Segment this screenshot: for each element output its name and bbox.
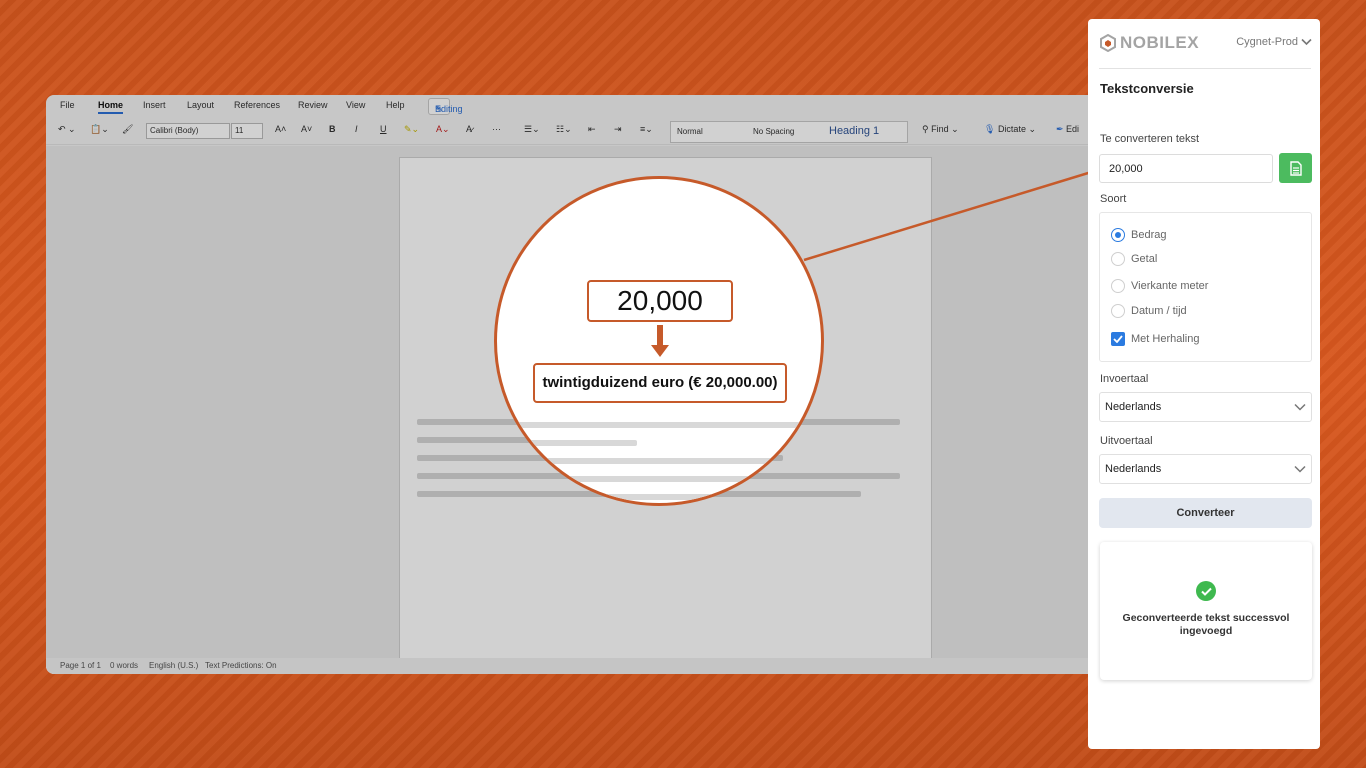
output-language-value: Nederlands — [1105, 463, 1162, 475]
nobilex-panel: NOBILEX Cygnet-Prod Tekstconversie Te co… — [1088, 19, 1320, 749]
success-check-icon — [1196, 581, 1216, 601]
option-label: Bedrag — [1131, 229, 1167, 241]
repeat-checkbox[interactable] — [1111, 332, 1125, 346]
repeat-checkbox-row[interactable]: Met Herhaling — [1111, 332, 1199, 346]
checkmark-icon — [1113, 335, 1123, 343]
radio[interactable] — [1111, 252, 1125, 266]
option-getal[interactable]: Getal — [1111, 252, 1157, 266]
callout-input-text: 20,000 — [587, 280, 733, 322]
divider — [1099, 68, 1311, 69]
convert-text-input[interactable] — [1099, 154, 1273, 183]
zoom-callout: 20,000 twintigduizend euro (€ 20,000.00) — [494, 176, 824, 506]
radio-selected[interactable] — [1111, 228, 1125, 242]
logo-text: NOBILEX — [1120, 33, 1200, 52]
callout-output-text: twintigduizend euro (€ 20,000.00) — [533, 363, 787, 403]
type-options: Bedrag Getal Vierkante meter Datum / tij… — [1099, 212, 1312, 362]
chevron-down-icon — [1294, 465, 1306, 473]
repeat-label: Met Herhaling — [1131, 333, 1200, 345]
arrow-down-icon — [651, 325, 669, 357]
type-label: Soort — [1100, 193, 1127, 205]
insert-document-button[interactable] — [1279, 153, 1312, 183]
text-line — [497, 440, 637, 446]
output-language-label: Uitvoertaal — [1100, 435, 1153, 447]
nobilex-logo-icon — [1100, 34, 1116, 52]
document-icon — [1289, 160, 1302, 176]
text-line — [497, 476, 821, 482]
radio[interactable] — [1111, 279, 1125, 293]
environment-select[interactable]: Cygnet-Prod — [1236, 36, 1312, 48]
nobilex-logo: NOBILEX — [1099, 33, 1199, 53]
chevron-down-icon — [1301, 38, 1312, 46]
radio[interactable] — [1111, 304, 1125, 318]
convert-button[interactable]: Converteer — [1099, 498, 1312, 528]
input-language-label: Invoertaal — [1100, 373, 1149, 385]
input-language-select[interactable]: Nederlands — [1099, 392, 1312, 422]
input-label: Te converteren tekst — [1100, 133, 1200, 145]
panel-title: Tekstconversie — [1100, 81, 1194, 96]
result-card: Geconverteerde tekst successvol ingevoeg… — [1100, 542, 1312, 680]
option-label: Vierkante meter — [1131, 280, 1209, 292]
text-line — [497, 422, 821, 428]
option-vierkante-meter[interactable]: Vierkante meter — [1111, 279, 1208, 293]
option-label: Datum / tijd — [1131, 305, 1187, 317]
option-datum-tijd[interactable]: Datum / tijd — [1111, 304, 1187, 318]
chevron-down-icon — [1294, 403, 1306, 411]
output-language-select[interactable]: Nederlands — [1099, 454, 1312, 484]
success-message: Geconverteerde tekst successvol ingevoeg… — [1122, 612, 1290, 637]
option-label: Getal — [1131, 253, 1158, 265]
text-line — [497, 494, 821, 500]
input-language-value: Nederlands — [1105, 401, 1162, 413]
option-bedrag[interactable]: Bedrag — [1111, 228, 1166, 242]
environment-value: Cygnet-Prod — [1236, 36, 1298, 48]
text-line — [497, 458, 787, 464]
